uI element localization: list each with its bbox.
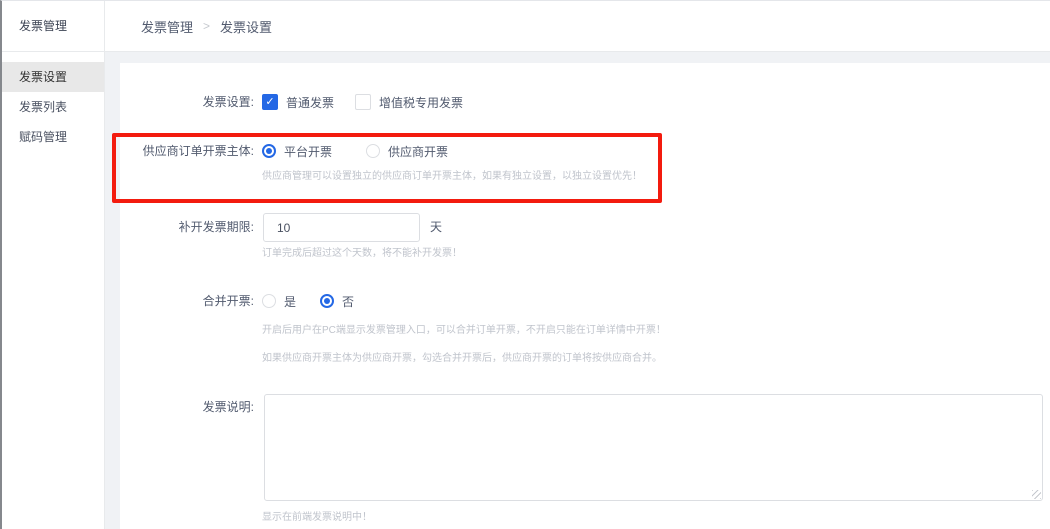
reissue-deadline-row: 补开发票期限: 天 — [120, 213, 1050, 242]
invoice-note-help: 显示在前端发票说明中！ — [262, 508, 372, 528]
invoice-admin-page: 发票管理 发票管理 > 发票设置 发票设置 发票列表 赋码管理 发票设置: ✓ … — [0, 0, 1050, 529]
radio-dot-icon — [324, 298, 330, 304]
top-bar: 发票管理 发票管理 > 发票设置 — [2, 1, 1050, 52]
invoice-type-options: ✓ 普通发票 增值税专用发票 — [262, 88, 463, 116]
merge-invoice-label: 合并开票: — [120, 287, 254, 315]
invoice-type-label: 发票设置: — [120, 88, 254, 116]
reissue-deadline-unit: 天 — [430, 213, 442, 242]
supplier-subject-label: 供应商订单开票主体: — [120, 137, 254, 165]
radio-merge-yes[interactable] — [262, 294, 276, 308]
radio-platform-invoicing[interactable] — [262, 144, 276, 158]
merge-invoice-help-2: 如果供应商开票主体为供应商开票，勾选合并开票后，供应商开票的订单将按供应商合并。 — [262, 349, 662, 369]
checkbox-vat-special-invoice[interactable] — [355, 94, 371, 110]
sidebar: 发票设置 发票列表 赋码管理 — [2, 52, 105, 529]
supplier-subject-options: 平台开票 供应商开票 — [262, 137, 448, 165]
check-icon: ✓ — [265, 97, 274, 108]
sidebar-item-invoice-list[interactable]: 发票列表 — [2, 92, 104, 122]
supplier-subject-help: 供应商管理可以设置独立的供应商订单开票主体，如果有独立设置，以独立设置优先！ — [262, 167, 642, 187]
invoice-note-textarea[interactable] — [264, 394, 1043, 501]
breadcrumb-root[interactable]: 发票管理 — [141, 17, 193, 36]
ordinary-invoice-label[interactable]: 普通发票 — [286, 94, 334, 111]
radio-dot-icon — [266, 148, 272, 154]
invoice-type-row: 发票设置: ✓ 普通发票 增值税专用发票 — [120, 88, 1050, 116]
merge-invoice-options: 是 否 — [262, 287, 354, 315]
supplier-invoicing-label[interactable]: 供应商开票 — [388, 143, 448, 160]
supplier-subject-row: 供应商订单开票主体: 平台开票 供应商开票 — [120, 137, 1050, 165]
vat-special-invoice-label[interactable]: 增值税专用发票 — [379, 94, 463, 111]
merge-invoice-row: 合并开票: 是 否 — [120, 287, 1050, 315]
merge-invoice-help-1: 开启后用户在PC端显示发票管理入口，可以合并订单开票，不开启只能在订单详情中开票… — [262, 321, 666, 341]
sidebar-item-code-management[interactable]: 赋码管理 — [2, 122, 104, 152]
breadcrumb-current: 发票设置 — [220, 17, 272, 36]
sidebar-item-invoice-settings[interactable]: 发票设置 — [2, 62, 104, 92]
breadcrumb: 发票管理 > 发票设置 — [141, 1, 272, 51]
chevron-right-icon: > — [203, 19, 210, 33]
settings-panel: 发票设置: ✓ 普通发票 增值税专用发票 供应商订单开票主体: 平台开票 供应商… — [120, 63, 1050, 529]
merge-yes-label[interactable]: 是 — [284, 293, 296, 310]
reissue-deadline-input[interactable] — [263, 213, 420, 242]
checkbox-ordinary-invoice[interactable]: ✓ — [262, 94, 278, 110]
reissue-deadline-help: 订单完成后超过这个天数，将不能补开发票！ — [262, 244, 462, 264]
reissue-deadline-label: 补开发票期限: — [120, 213, 254, 242]
module-title: 发票管理 — [2, 1, 105, 51]
radio-merge-no[interactable] — [320, 294, 334, 308]
merge-no-label[interactable]: 否 — [342, 293, 354, 310]
invoice-note-label: 发票说明: — [120, 397, 254, 417]
platform-invoicing-label[interactable]: 平台开票 — [284, 143, 332, 160]
radio-supplier-invoicing[interactable] — [366, 144, 380, 158]
